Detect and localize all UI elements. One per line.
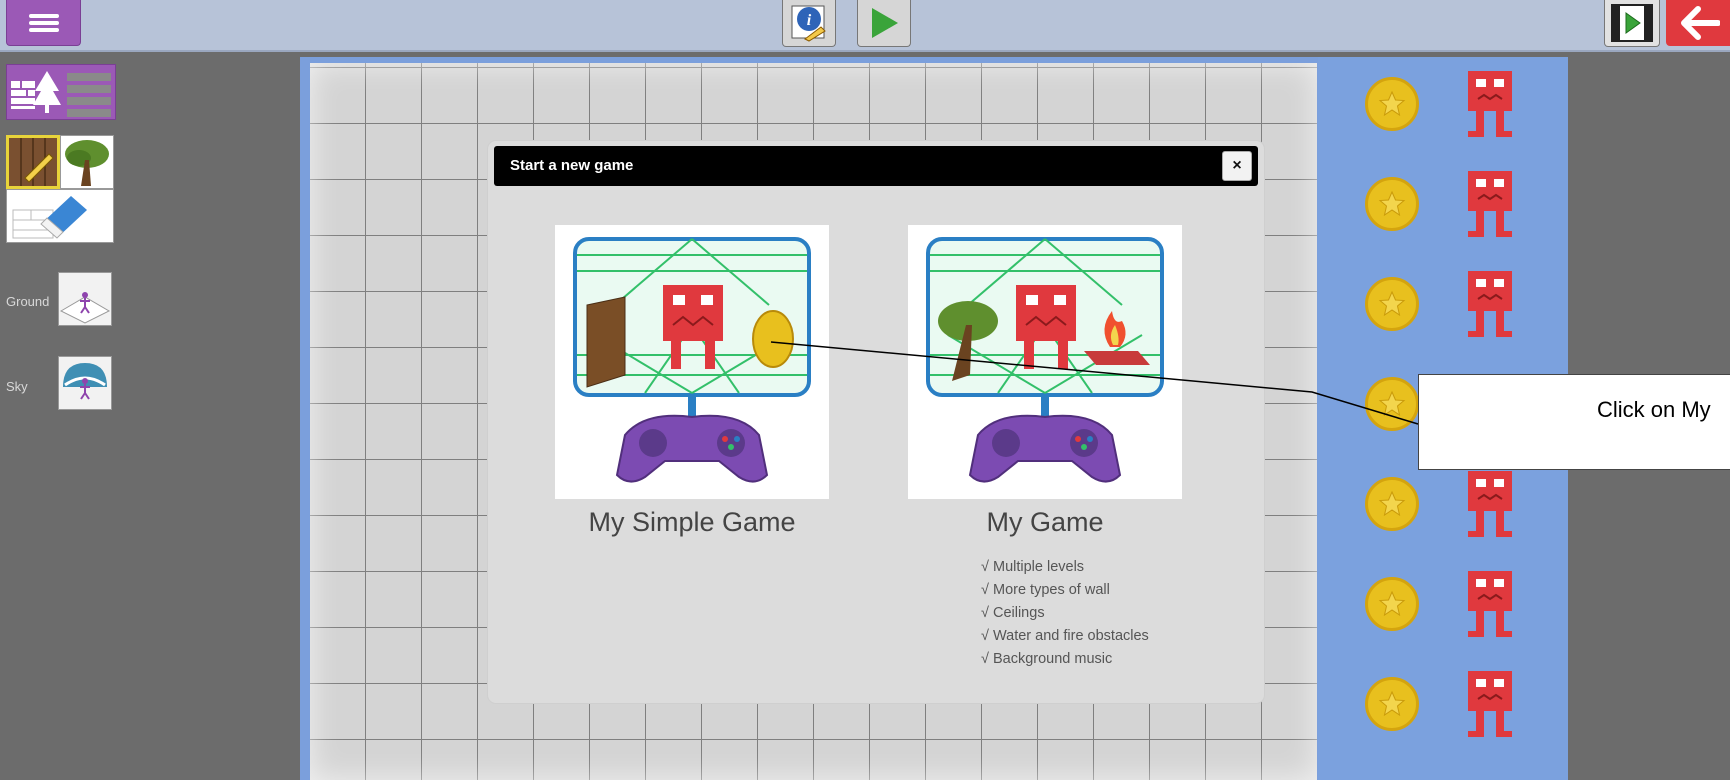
feature-item: √ Background music [981,651,1113,667]
star-icon [1378,290,1406,317]
back-button[interactable] [1666,0,1730,46]
monster-sprite[interactable] [1462,71,1518,137]
wall-tree-icon [11,71,111,117]
callout-text: Click on My [1597,397,1711,422]
coin-sprite[interactable] [1365,677,1419,731]
scenery-tool-button[interactable] [6,64,116,120]
dialog-header: Start a new game × [494,146,1258,186]
coin-sprite[interactable] [1365,377,1419,431]
svg-text:i: i [807,12,812,29]
wall-pencil-tool[interactable] [6,135,60,189]
simple-game-title[interactable]: My Simple Game [555,507,829,538]
top-toolbar: i [0,0,1730,52]
coin-sprite[interactable] [1365,577,1419,631]
feature-item: √ Water and fire obstacles [981,628,1149,644]
star-icon [1378,590,1406,617]
coin-sprite[interactable] [1365,177,1419,231]
coin-sprite[interactable] [1365,477,1419,531]
feature-item: √ Ceilings [981,605,1045,621]
back-arrow-icon [1681,6,1720,40]
feature-list: √ Multiple levels √ More types of wall √… [981,556,1149,671]
game-editor: i Ground Sky Start a new game × My Simpl… [0,0,1730,780]
hamburger-icon [28,11,59,35]
star-icon [1378,190,1406,217]
menu-button[interactable] [6,0,81,46]
play-button[interactable] [857,0,911,47]
close-button[interactable]: × [1222,151,1252,181]
tool-panel: Ground Sky [0,54,300,780]
ground-label: Ground [6,294,50,309]
monster-sprite[interactable] [1462,171,1518,237]
ground-button[interactable] [58,272,112,326]
my-game-option[interactable] [908,225,1182,499]
feature-item: √ More types of wall [981,582,1110,598]
film-button[interactable] [1604,0,1660,47]
sky-icon [63,363,107,400]
dialog-title: Start a new game [510,157,634,174]
eraser-icon [12,196,87,239]
new-game-dialog: Start a new game × My Simple Game My Gam… [488,141,1264,703]
sky-button[interactable] [58,356,112,410]
star-icon [1378,390,1406,417]
simple-game-illustration [573,237,811,483]
sky-label: Sky [6,379,28,394]
pencil-wall-icon [9,138,57,186]
monster-sprite[interactable] [1462,671,1518,737]
film-play-icon [1611,4,1653,42]
my-game-illustration [926,237,1164,483]
coin-sprite[interactable] [1365,277,1419,331]
star-icon [1378,90,1406,117]
info-edit-icon: i [791,5,826,42]
info-button[interactable]: i [782,0,836,47]
feature-item: √ Multiple levels [981,559,1085,575]
monster-sprite[interactable] [1462,571,1518,637]
eraser-tool[interactable] [6,189,114,243]
coin-sprite[interactable] [1365,77,1419,131]
tree-tool[interactable] [60,135,114,189]
tree-icon [65,140,109,186]
star-icon [1378,490,1406,517]
monster-sprite[interactable] [1462,271,1518,337]
monster-sprite[interactable] [1462,471,1518,537]
play-icon [872,8,898,38]
callout-box: Click on My [1418,374,1730,470]
my-game-title[interactable]: My Game [908,507,1182,538]
ground-icon [59,292,111,324]
simple-game-option[interactable] [555,225,829,499]
star-icon [1378,690,1406,717]
